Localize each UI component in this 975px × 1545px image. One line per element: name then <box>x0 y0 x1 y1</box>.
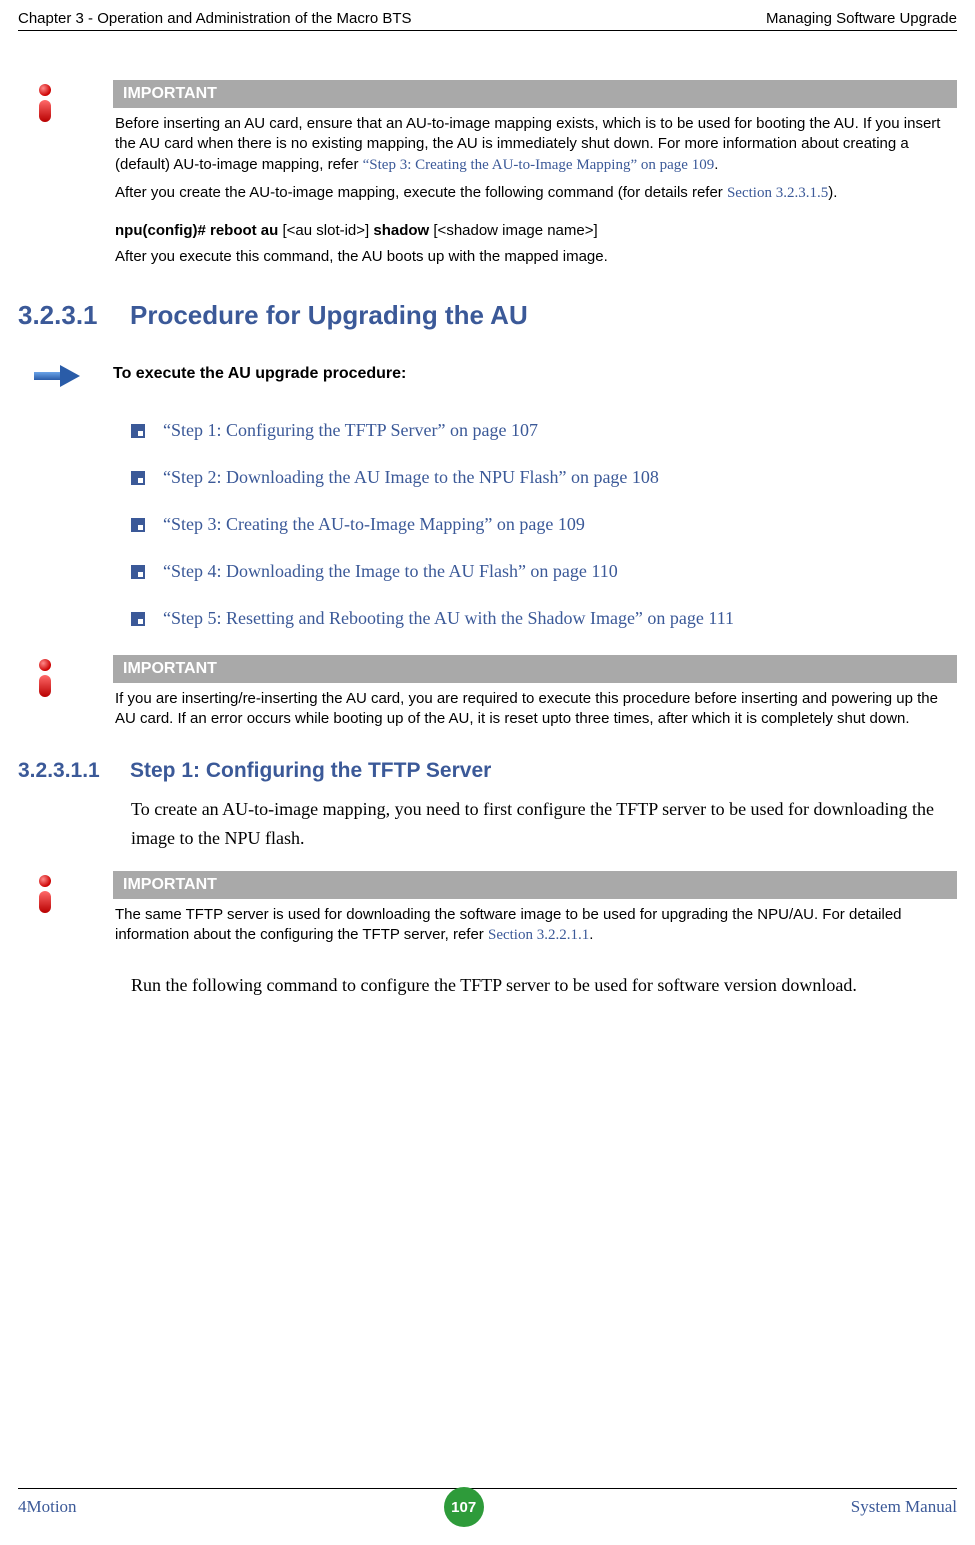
page-number-badge: 107 <box>444 1487 484 1527</box>
important-3-text: The same TFTP server is used for downloa… <box>115 905 955 946</box>
important-label: IMPORTANT <box>113 871 957 899</box>
info-icon <box>36 84 54 124</box>
important-note-3: IMPORTANT The same TFTP server is used f… <box>18 871 957 954</box>
cmd-part: npu(config)# reboot au <box>115 222 282 239</box>
link-step-5[interactable]: “Step 5: Resetting and Rebooting the AU … <box>163 608 734 629</box>
cmd-part: shadow <box>373 222 433 239</box>
footer-product: 4Motion <box>18 1497 77 1517</box>
text: After you create the AU-to-image mapping… <box>115 184 727 201</box>
important-note-1: IMPORTANT Before inserting an AU card, e… <box>18 80 957 272</box>
bullet-icon <box>131 518 145 532</box>
section-number: 3.2.3.1 <box>18 300 130 331</box>
footer-manual: System Manual <box>851 1497 957 1517</box>
body-paragraph-2: Run the following command to configure t… <box>131 971 957 1000</box>
important-1-p1: Before inserting an AU card, ensure that… <box>115 114 955 175</box>
link-step3-mapping[interactable]: “Step 3: Creating the AU-to-Image Mappin… <box>363 157 715 173</box>
section-heading-3-2-3-1-1: 3.2.3.1.1 Step 1: Configuring the TFTP S… <box>18 759 957 783</box>
header-rule <box>18 30 957 31</box>
bullet-icon <box>131 612 145 626</box>
important-note-2: IMPORTANT If you are inserting/re-insert… <box>18 655 957 738</box>
link-step-3[interactable]: “Step 3: Creating the AU-to-Image Mappin… <box>163 514 585 535</box>
text: . <box>714 156 718 173</box>
list-item: “Step 3: Creating the AU-to-Image Mappin… <box>131 514 957 535</box>
info-icon <box>36 659 54 699</box>
subsection-number: 3.2.3.1.1 <box>18 759 130 783</box>
link-step-4[interactable]: “Step 4: Downloading the Image to the AU… <box>163 561 618 582</box>
section-title: Procedure for Upgrading the AU <box>130 300 528 331</box>
important-label: IMPORTANT <box>113 80 957 108</box>
list-item: “Step 5: Resetting and Rebooting the AU … <box>131 608 957 629</box>
procedure-intro: To execute the AU upgrade procedure: <box>18 365 957 392</box>
body-paragraph-1: To create an AU-to-image mapping, you ne… <box>131 795 957 853</box>
link-section-3-2-2-1-1[interactable]: Section 3.2.2.1.1 <box>488 927 589 943</box>
arrow-right-icon <box>34 365 82 387</box>
page-footer: 4Motion 107 System Manual <box>18 1487 957 1527</box>
list-item: “Step 2: Downloading the AU Image to the… <box>131 467 957 488</box>
important-1-p2: After you create the AU-to-image mapping… <box>115 183 955 203</box>
info-icon <box>36 875 54 915</box>
procedure-title: To execute the AU upgrade procedure: <box>113 365 406 383</box>
list-item: “Step 4: Downloading the Image to the AU… <box>131 561 957 582</box>
section-heading-3-2-3-1: 3.2.3.1 Procedure for Upgrading the AU <box>18 300 957 331</box>
command-reboot-au: npu(config)# reboot au [<au slot-id>] sh… <box>115 221 955 241</box>
header-section: Managing Software Upgrade <box>766 10 957 27</box>
cmd-part: [<au slot-id>] <box>282 222 373 239</box>
subsection-title: Step 1: Configuring the TFTP Server <box>130 759 491 783</box>
list-item: “Step 1: Configuring the TFTP Server” on… <box>131 420 957 441</box>
important-1-p3: After you execute this command, the AU b… <box>115 247 955 267</box>
bullet-icon <box>131 471 145 485</box>
text: . <box>589 926 593 943</box>
bullet-icon <box>131 424 145 438</box>
important-label: IMPORTANT <box>113 655 957 683</box>
text: ). <box>828 184 837 201</box>
link-step-1[interactable]: “Step 1: Configuring the TFTP Server” on… <box>163 420 538 441</box>
step-list: “Step 1: Configuring the TFTP Server” on… <box>131 420 957 629</box>
link-step-2[interactable]: “Step 2: Downloading the AU Image to the… <box>163 467 659 488</box>
link-section-3-2-3-1-5[interactable]: Section 3.2.3.1.5 <box>727 185 828 201</box>
header-chapter: Chapter 3 - Operation and Administration… <box>18 10 412 27</box>
cmd-part: [<shadow image name>] <box>433 222 597 239</box>
important-2-text: If you are inserting/re-inserting the AU… <box>115 689 955 730</box>
bullet-icon <box>131 565 145 579</box>
